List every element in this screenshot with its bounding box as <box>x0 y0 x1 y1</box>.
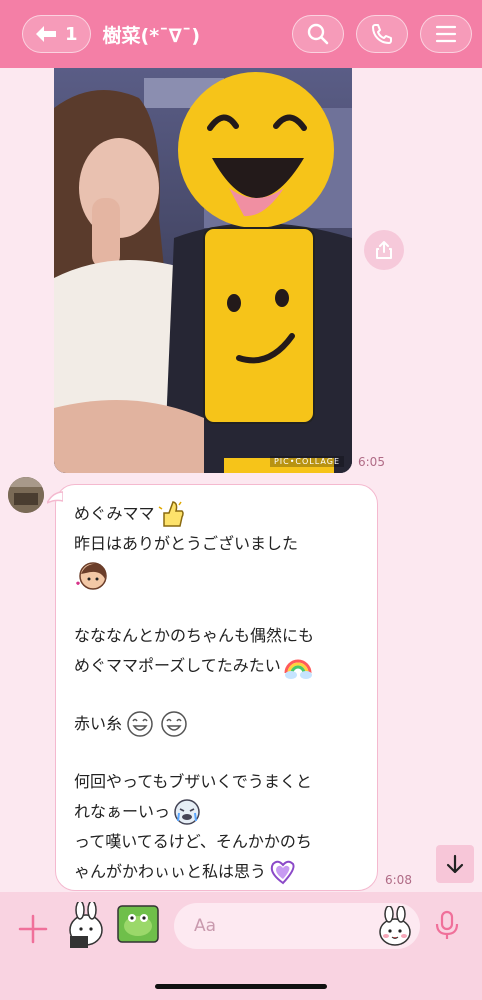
rainbow-emoji-icon <box>283 651 313 681</box>
share-icon <box>376 241 392 259</box>
photo-watermark: PIC•COLLAGE <box>269 456 344 467</box>
message-line: 赤い糸 <box>74 709 361 739</box>
arrow-down-icon <box>446 854 464 874</box>
photo-image <box>54 68 352 473</box>
sticker-icon <box>69 900 159 948</box>
message-line: れなぁーいっ <box>74 797 361 827</box>
search-icon <box>307 23 329 45</box>
crying-face-emoji-icon <box>172 797 202 827</box>
avatar[interactable] <box>8 477 44 513</box>
back-button[interactable]: 1 <box>22 15 91 53</box>
chat-header: 1 樹菜(*ˉ∇ˉ) <box>0 0 482 68</box>
input-sticker-button[interactable] <box>378 905 412 950</box>
avatar-image <box>8 477 44 513</box>
menu-icon <box>435 25 457 43</box>
share-button[interactable] <box>364 230 404 270</box>
plus-icon[interactable] <box>16 912 50 946</box>
message-line: なななんとかのちゃんも偶然にも <box>74 626 315 645</box>
message-line: めぐママポーズしてたみたい <box>74 651 361 681</box>
call-button[interactable] <box>356 15 408 53</box>
menu-button[interactable] <box>420 15 472 53</box>
message-line: って嘆いてるけど、そんかかのち <box>74 832 312 851</box>
phone-icon <box>372 24 392 44</box>
mic-icon <box>435 910 459 939</box>
face-love-emoji-icon <box>74 559 108 593</box>
message-line: 昨日はありがとうございました <box>74 534 299 553</box>
message-line: 何回やってもブザいくでうまくと <box>74 772 312 791</box>
input-placeholder: Aa <box>194 916 217 936</box>
chat-title: 樹菜(*ˉ∇ˉ) <box>102 24 201 47</box>
message-line <box>74 559 361 593</box>
laughing-faces-emoji-icon <box>124 709 194 739</box>
scroll-down-button[interactable] <box>436 845 474 883</box>
home-indicator <box>155 984 327 989</box>
arrow-left-icon <box>36 26 56 42</box>
photo-message[interactable]: PIC•COLLAGE <box>54 68 352 473</box>
sticker-button[interactable] <box>66 900 166 952</box>
unread-count: 1 <box>65 23 78 45</box>
message-line: ゃんがかわぃぃと私は思う <box>74 857 361 887</box>
message-bubble[interactable]: めぐみママ 昨日はありがとうございました なななんとかのちゃんも偶然にも めぐマ… <box>47 484 378 891</box>
message-timestamp: 6:08 <box>385 873 412 887</box>
bunny-sticker-icon <box>379 905 411 946</box>
message-line: めぐみママ <box>74 499 361 529</box>
photo-timestamp: 6:05 <box>358 455 385 469</box>
thumbs-up-emoji-icon <box>156 499 186 529</box>
bubble-tail <box>47 491 63 504</box>
mic-button[interactable] <box>434 910 460 944</box>
heart-emoji-icon <box>268 857 298 887</box>
search-button[interactable] <box>292 15 344 53</box>
